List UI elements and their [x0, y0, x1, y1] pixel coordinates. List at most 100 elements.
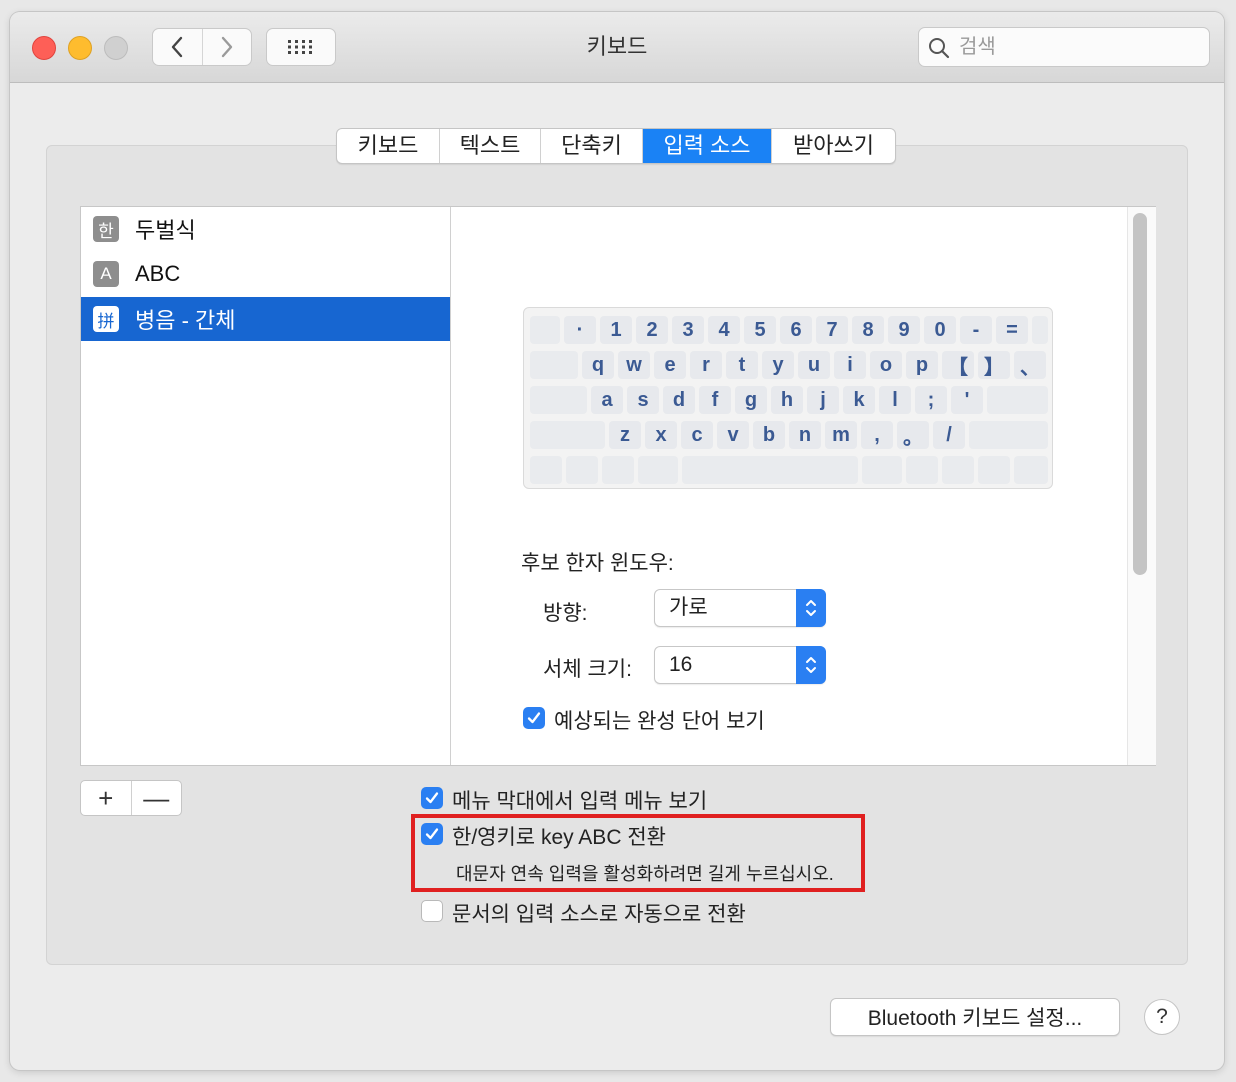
keyboard-key: d	[663, 386, 695, 414]
keyboard-key: 0	[924, 316, 956, 344]
search-field[interactable]	[918, 27, 1210, 67]
keyboard-key: 4	[708, 316, 740, 344]
modifier-key	[530, 316, 560, 344]
tab-text[interactable]: 텍스트	[439, 129, 540, 163]
annotation-highlight-box	[411, 814, 865, 892]
remove-input-source-button[interactable]: —	[130, 781, 182, 815]
search-input[interactable]	[957, 32, 1201, 62]
forward-button[interactable]	[201, 29, 252, 65]
keyboard-key: ·	[564, 316, 596, 344]
keyboard-key: 3	[672, 316, 704, 344]
keyboard-key: n	[789, 421, 821, 449]
input-sources-area: 한 두벌식 A ABC 拼 병음 - 간체 · 1 2 3 4 5 6 7 8 9 0- = q w e r t…	[80, 206, 1156, 766]
keyboard-key: '	[951, 386, 983, 414]
minimize-window-button[interactable]	[68, 36, 92, 60]
keyboard-key: e	[654, 351, 686, 379]
tab-dictation[interactable]: 받아쓰기	[771, 129, 895, 163]
keyboard-key: t	[726, 351, 758, 379]
keyboard-key: b	[753, 421, 785, 449]
checkmark-icon	[527, 712, 541, 724]
keyboard-key: z	[609, 421, 641, 449]
keyboard-key: 2	[636, 316, 668, 344]
tab-input-sources[interactable]: 입력 소스	[642, 129, 771, 163]
preferences-window: 키보드 키보드 텍스트 단축키 입력 소스 받아쓰기 한 두벌식 A ABC 拼…	[10, 12, 1224, 1070]
auto-switch-label: 문서의 입력 소스로 자동으로 전환	[452, 903, 746, 926]
keyboard-key: 】	[978, 351, 1010, 379]
keyboard-key: ,	[861, 421, 893, 449]
help-button[interactable]: ?	[1144, 999, 1180, 1035]
show-input-menu-label: 메뉴 막대에서 입력 메뉴 보기	[452, 790, 708, 813]
keyboard-key: c	[681, 421, 713, 449]
keyboard-key: 8	[852, 316, 884, 344]
keyboard-key: 。	[897, 421, 929, 449]
keyboard-key: 1	[600, 316, 632, 344]
predictive-label: 예상되는 완성 단어 보기	[554, 710, 765, 733]
keyboard-key: p	[906, 351, 938, 379]
keyboard-key: u	[798, 351, 830, 379]
predictive-checkbox[interactable]	[523, 707, 545, 729]
add-remove-buttons: + —	[80, 780, 182, 816]
keyboard-key: s	[627, 386, 659, 414]
modifier-key	[566, 456, 598, 484]
modifier-key	[978, 456, 1010, 484]
modifier-key	[987, 386, 1048, 414]
grid-icon	[288, 40, 312, 54]
tab-shortcuts[interactable]: 단축키	[540, 129, 642, 163]
keyboard-key: j	[807, 386, 839, 414]
font-size-popup[interactable]: 16	[654, 646, 826, 684]
input-source-label: ABC	[135, 261, 181, 286]
keyboard-key: r	[690, 351, 722, 379]
pinyin-input-icon: 拼	[93, 306, 119, 332]
up-down-arrows-icon	[796, 589, 826, 627]
back-button[interactable]	[153, 29, 202, 65]
input-source-item-abc[interactable]: A ABC	[81, 252, 450, 296]
input-source-item-dubeolsik[interactable]: 한 두벌식	[81, 207, 450, 251]
up-down-arrows-icon	[796, 646, 826, 684]
keyboard-key: y	[762, 351, 794, 379]
keyboard-key: a	[591, 386, 623, 414]
input-source-list: 한 두벌식 A ABC 拼 병음 - 간체	[81, 207, 451, 765]
zoom-window-button[interactable]	[104, 36, 128, 60]
modifier-key	[638, 456, 678, 484]
keyboard-key: w	[618, 351, 650, 379]
keyboard-key: i	[834, 351, 866, 379]
close-window-button[interactable]	[32, 36, 56, 60]
keyboard-key: -	[960, 316, 992, 344]
modifier-key	[942, 456, 974, 484]
keyboard-key: ;	[915, 386, 947, 414]
font-size-label: 서체 크기:	[543, 658, 632, 681]
input-source-label: 병음 - 간체	[135, 308, 236, 333]
show-input-menu-checkbox[interactable]	[421, 787, 443, 809]
keyboard-key: l	[879, 386, 911, 414]
keyboard-key: 【	[942, 351, 974, 379]
show-all-button[interactable]	[266, 28, 336, 66]
tab-keyboard[interactable]: 키보드	[337, 129, 439, 163]
keyboard-key: o	[870, 351, 902, 379]
orientation-value: 가로	[669, 596, 708, 619]
orientation-label: 방향:	[543, 602, 588, 625]
hangul-input-icon: 한	[93, 216, 119, 242]
abc-input-icon: A	[93, 261, 119, 287]
keyboard-key: v	[717, 421, 749, 449]
input-source-item-pinyin[interactable]: 拼 병음 - 간체	[81, 297, 450, 341]
keyboard-key: 、	[1014, 351, 1046, 379]
add-input-source-button[interactable]: +	[81, 781, 131, 815]
tab-bar: 키보드 텍스트 단축키 입력 소스 받아쓰기	[336, 128, 896, 164]
search-icon	[929, 38, 950, 59]
keyboard-key: 9	[888, 316, 920, 344]
bluetooth-keyboard-setup-button[interactable]: Bluetooth 키보드 설정...	[830, 998, 1120, 1036]
title-bar: 키보드	[10, 12, 1224, 83]
auto-switch-checkbox[interactable]	[421, 900, 443, 922]
modifier-key	[682, 456, 858, 484]
orientation-popup[interactable]: 가로	[654, 589, 826, 627]
keyboard-key: g	[735, 386, 767, 414]
input-source-label: 두벌식	[135, 218, 196, 243]
modifier-key	[530, 351, 578, 379]
keyboard-key: h	[771, 386, 803, 414]
keyboard-key: =	[996, 316, 1028, 344]
scrollbar-thumb[interactable]	[1133, 213, 1147, 575]
modifier-key	[530, 386, 587, 414]
keyboard-key: 5	[744, 316, 776, 344]
chevron-right-icon	[221, 36, 232, 58]
modifier-key	[530, 456, 562, 484]
